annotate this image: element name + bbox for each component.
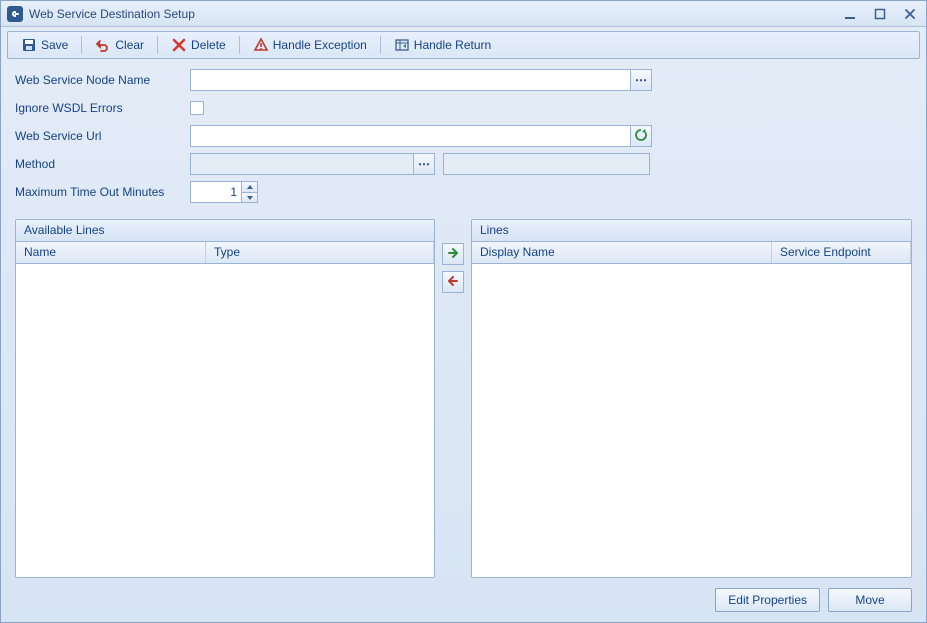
col-display-name[interactable]: Display Name: [472, 242, 772, 263]
panels: Available Lines Name Type: [1, 215, 926, 584]
method-display-input: [443, 153, 650, 175]
delete-label: Delete: [191, 38, 226, 52]
refresh-icon: [634, 128, 648, 145]
save-button[interactable]: Save: [14, 34, 75, 56]
available-lines-title: Available Lines: [16, 220, 434, 242]
link-icon: [7, 6, 23, 22]
lines-title: Lines: [472, 220, 911, 242]
method-input[interactable]: [190, 153, 413, 175]
ignore-wsdl-checkbox[interactable]: [190, 101, 204, 115]
toolbar-separator: [157, 36, 158, 54]
window-buttons: [840, 6, 920, 22]
return-table-icon: [394, 37, 410, 53]
handle-return-label: Handle Return: [414, 38, 491, 52]
timeout-down-button[interactable]: [242, 192, 258, 203]
app-window: Web Service Destination Setup Save: [0, 0, 927, 623]
available-lines-grid: Name Type: [16, 242, 434, 577]
available-lines-body[interactable]: [16, 264, 434, 577]
toolbar: Save Clear Delete Handle Exception: [7, 31, 920, 59]
row-method: Method ⋯: [15, 153, 912, 175]
move-button[interactable]: Move: [828, 588, 912, 612]
move-left-button[interactable]: [442, 271, 464, 293]
row-timeout: Maximum Time Out Minutes: [15, 181, 912, 203]
url-input[interactable]: [190, 125, 630, 147]
lines-body[interactable]: [472, 264, 911, 577]
url-refresh-button[interactable]: [630, 125, 652, 147]
toolbar-separator: [380, 36, 381, 54]
col-type[interactable]: Type: [206, 242, 434, 263]
arrow-right-icon: [446, 246, 460, 263]
title-bar: Web Service Destination Setup: [1, 1, 926, 27]
timeout-label: Maximum Time Out Minutes: [15, 185, 190, 199]
timeout-spinner: [190, 181, 258, 203]
handle-exception-button[interactable]: Handle Exception: [246, 34, 374, 56]
delete-icon: [171, 37, 187, 53]
form-area: Web Service Node Name ⋯ Ignore WSDL Erro…: [1, 59, 926, 215]
node-name-browse-button[interactable]: ⋯: [630, 69, 652, 91]
undo-icon: [95, 37, 111, 53]
lines-panel: Lines Display Name Service Endpoint: [471, 219, 912, 578]
toolbar-separator: [81, 36, 82, 54]
minimize-button[interactable]: [840, 6, 860, 22]
available-lines-header: Name Type: [16, 242, 434, 264]
ellipsis-icon: ⋯: [635, 73, 647, 87]
ignore-wsdl-label: Ignore WSDL Errors: [15, 101, 190, 115]
node-name-input[interactable]: [190, 69, 630, 91]
available-lines-panel: Available Lines Name Type: [15, 219, 435, 578]
row-url: Web Service Url: [15, 125, 912, 147]
maximize-button[interactable]: [870, 6, 890, 22]
timeout-input[interactable]: [190, 181, 242, 203]
footer: Edit Properties Move: [1, 584, 926, 622]
save-icon: [21, 37, 37, 53]
col-name[interactable]: Name: [16, 242, 206, 263]
move-right-button[interactable]: [442, 243, 464, 265]
handle-return-button[interactable]: Handle Return: [387, 34, 498, 56]
handle-exception-label: Handle Exception: [273, 38, 367, 52]
arrow-left-icon: [446, 274, 460, 291]
timeout-up-button[interactable]: [242, 181, 258, 192]
ellipsis-icon: ⋯: [418, 157, 430, 171]
clear-button[interactable]: Clear: [88, 34, 151, 56]
warning-icon: [253, 37, 269, 53]
toolbar-separator: [239, 36, 240, 54]
col-service-endpoint[interactable]: Service Endpoint: [772, 242, 911, 263]
window-title: Web Service Destination Setup: [29, 7, 840, 21]
edit-properties-button[interactable]: Edit Properties: [715, 588, 820, 612]
node-name-label: Web Service Node Name: [15, 73, 190, 87]
url-label: Web Service Url: [15, 129, 190, 143]
delete-button[interactable]: Delete: [164, 34, 233, 56]
row-ignore-wsdl: Ignore WSDL Errors: [15, 97, 912, 119]
save-label: Save: [41, 38, 68, 52]
close-button[interactable]: [900, 6, 920, 22]
method-browse-button[interactable]: ⋯: [413, 153, 435, 175]
lines-grid: Display Name Service Endpoint: [472, 242, 911, 577]
method-label: Method: [15, 157, 190, 171]
transfer-buttons: [441, 219, 465, 578]
clear-label: Clear: [115, 38, 144, 52]
lines-header: Display Name Service Endpoint: [472, 242, 911, 264]
row-node-name: Web Service Node Name ⋯: [15, 69, 912, 91]
